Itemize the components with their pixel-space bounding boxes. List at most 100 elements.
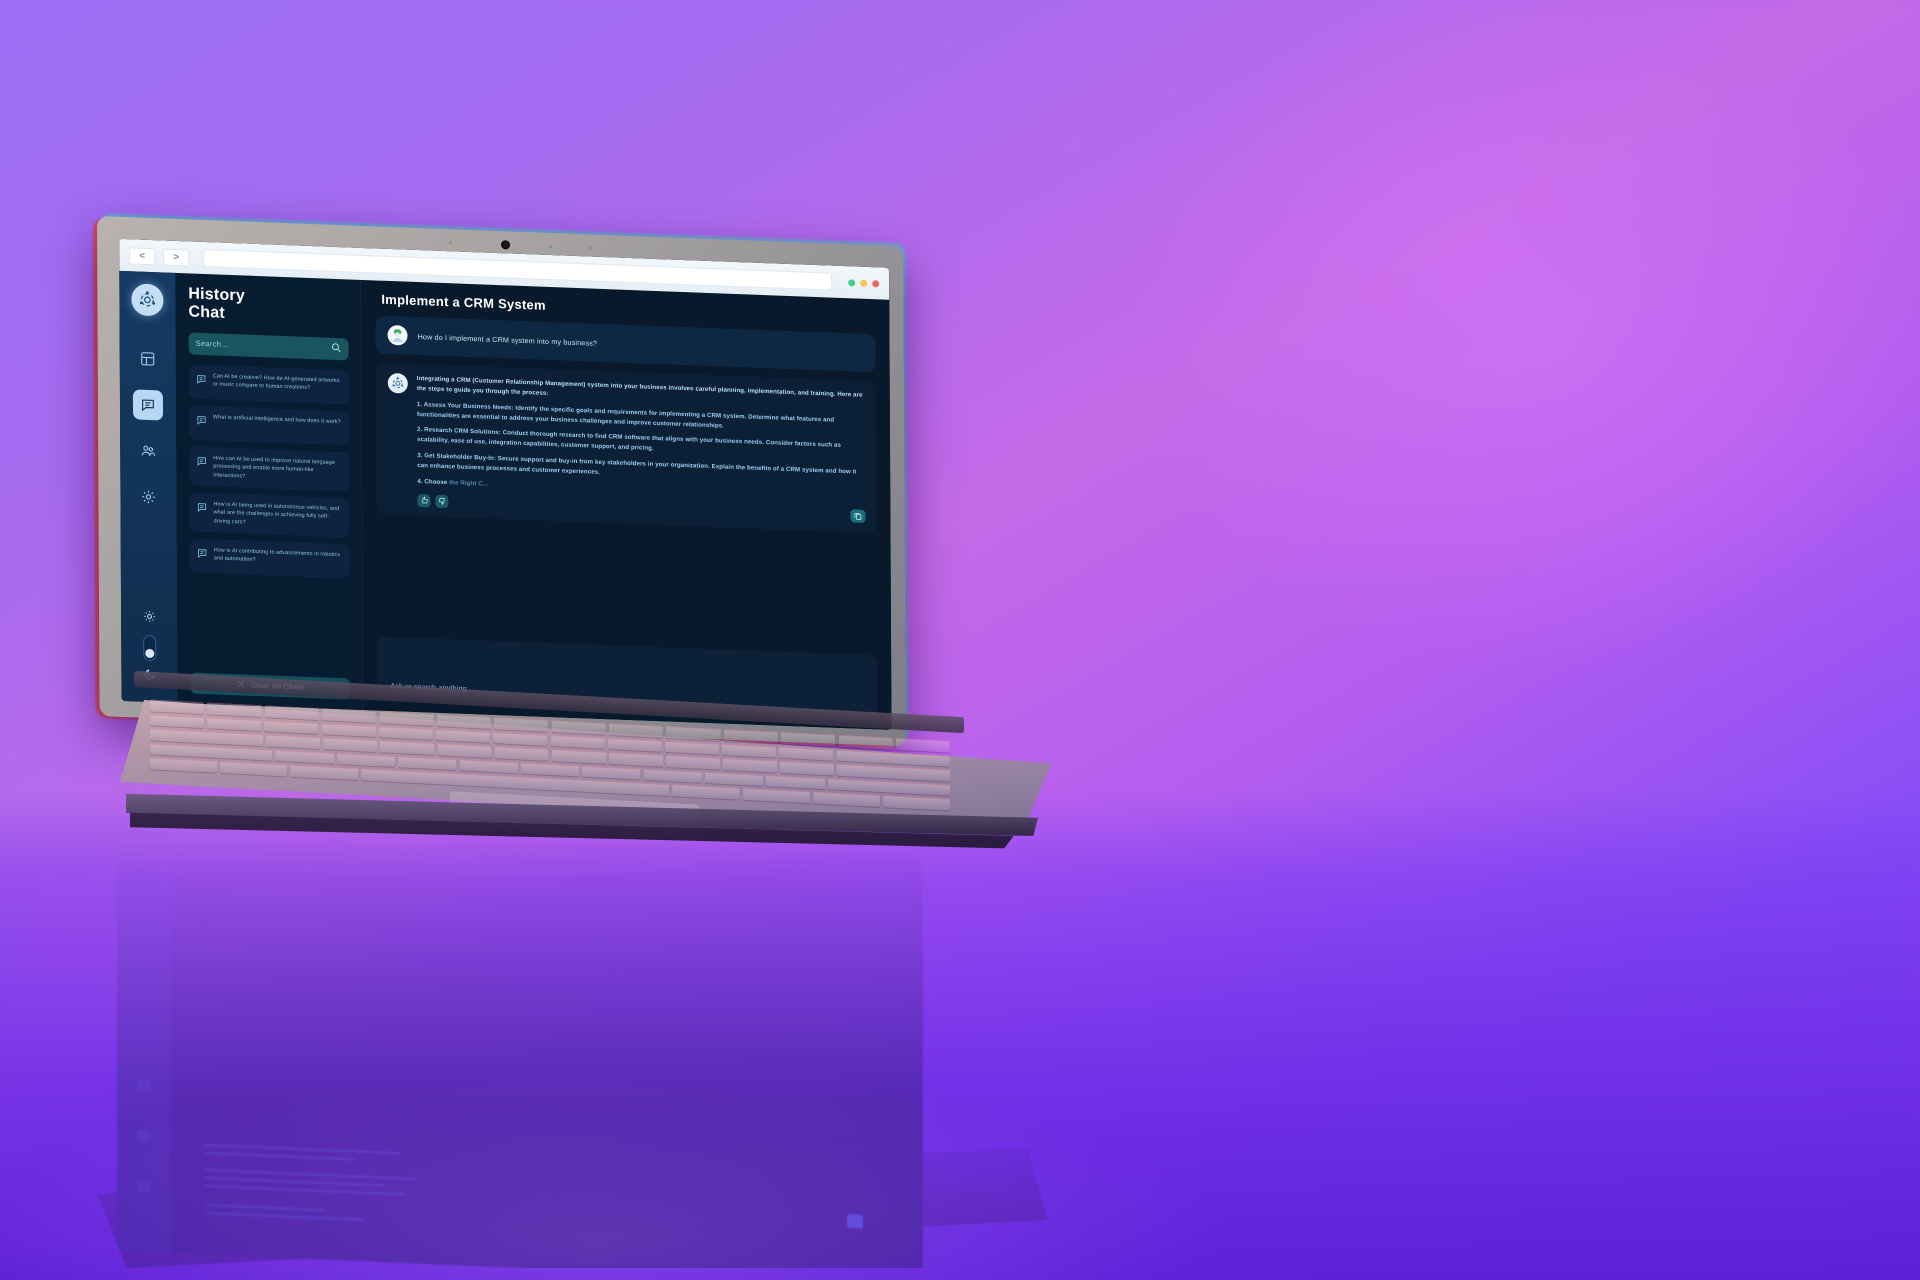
key[interactable] xyxy=(264,719,319,735)
sidebar-item-chat[interactable] xyxy=(132,389,164,421)
key[interactable] xyxy=(323,737,378,752)
key[interactable] xyxy=(722,743,777,758)
history-panel: History Chat Search... Can AI be creativ… xyxy=(175,272,364,711)
sidebar-item-community[interactable] xyxy=(133,435,163,466)
key[interactable] xyxy=(665,755,720,770)
reflection-line xyxy=(205,1143,400,1155)
chat-main: Implement a CRM System How do I implemen… xyxy=(361,279,892,730)
list-item[interactable]: Can AI be creative? How do AI-generated … xyxy=(188,364,349,405)
key[interactable] xyxy=(379,711,434,726)
chat-bubble-icon xyxy=(196,500,207,518)
key[interactable] xyxy=(550,734,605,749)
laptop: < > History Chat Search... Can AI be cre… xyxy=(0,0,1920,1280)
key[interactable] xyxy=(705,771,764,787)
key[interactable] xyxy=(643,768,702,784)
chat-bubble-icon xyxy=(196,413,207,431)
chat-bubble-icon xyxy=(196,454,207,472)
key[interactable] xyxy=(398,755,457,771)
key[interactable] xyxy=(722,758,777,773)
key[interactable] xyxy=(207,702,262,717)
ai-step-4-label: 4. Choose xyxy=(417,477,448,487)
key[interactable] xyxy=(378,725,433,741)
key[interactable] xyxy=(264,705,319,720)
theme-toggle-switch[interactable] xyxy=(142,634,156,662)
key[interactable] xyxy=(149,713,205,729)
key[interactable] xyxy=(779,761,834,776)
key[interactable] xyxy=(582,765,641,781)
key[interactable] xyxy=(895,737,950,753)
key[interactable] xyxy=(149,699,205,714)
window-maximize-dot[interactable] xyxy=(860,279,868,287)
key[interactable] xyxy=(608,752,663,767)
sidebar-item-dashboard[interactable] xyxy=(133,343,163,374)
reflection-line xyxy=(205,1151,355,1161)
list-item[interactable]: How is AI being used in autonomous vehic… xyxy=(189,492,350,538)
sidebar-item-settings[interactable] xyxy=(133,481,163,512)
chat-bubble-icon xyxy=(196,372,207,390)
browser-forward-button[interactable]: > xyxy=(163,247,190,266)
reflection-screen xyxy=(117,820,923,1280)
key[interactable] xyxy=(838,734,893,750)
key[interactable] xyxy=(336,752,396,768)
search-icon[interactable] xyxy=(331,340,342,358)
key[interactable] xyxy=(608,723,664,738)
history-title: History Chat xyxy=(188,285,245,322)
list-item[interactable]: How is AI contributing to advancements i… xyxy=(189,538,350,579)
sensor-dot xyxy=(549,244,553,249)
list-item[interactable]: How can AI be used to improve natural la… xyxy=(189,446,350,492)
dislike-button[interactable] xyxy=(435,494,449,508)
key[interactable] xyxy=(666,725,721,741)
sun-icon[interactable] xyxy=(143,610,156,628)
key[interactable] xyxy=(494,717,549,732)
list-item-label: Can AI be creative? How do AI-generated … xyxy=(212,373,340,392)
window-close-dot[interactable] xyxy=(872,279,880,287)
reflection-line xyxy=(205,1168,415,1181)
reflection-line xyxy=(205,1203,325,1212)
key[interactable] xyxy=(781,731,836,747)
key[interactable] xyxy=(459,759,518,774)
key[interactable] xyxy=(493,731,548,747)
reflection-line xyxy=(205,1184,405,1197)
key[interactable] xyxy=(266,734,321,749)
window-controls xyxy=(848,278,880,287)
like-button[interactable] xyxy=(417,493,431,508)
laptop-reflection xyxy=(97,820,1077,1280)
key[interactable] xyxy=(664,740,719,755)
key[interactable] xyxy=(207,716,262,732)
chat-history-list: Can AI be creative? How do AI-generated … xyxy=(188,364,351,670)
list-item-label: How is AI contributing to advancements i… xyxy=(213,547,341,564)
key[interactable] xyxy=(275,749,334,765)
laptop-base xyxy=(120,670,1080,850)
app-root: History Chat Search... Can AI be creativ… xyxy=(119,270,892,730)
key[interactable] xyxy=(766,774,825,790)
key[interactable] xyxy=(494,746,549,761)
ai-message-body: Integrating a CRM (Customer Relationship… xyxy=(417,374,865,524)
icon-rail xyxy=(119,270,178,704)
list-item-label: What is artificial intelligence and how … xyxy=(213,414,341,425)
key[interactable] xyxy=(520,762,580,777)
key[interactable] xyxy=(779,746,834,761)
key[interactable] xyxy=(322,708,377,723)
copy-icon[interactable] xyxy=(850,509,866,523)
key[interactable] xyxy=(723,728,778,744)
user-avatar xyxy=(387,324,408,346)
search-input[interactable]: Search... xyxy=(188,332,349,361)
key[interactable] xyxy=(380,740,435,755)
user-message: How do I implement a CRM system into my … xyxy=(375,315,876,373)
key[interactable] xyxy=(436,728,491,744)
ai-logo-icon xyxy=(131,283,164,317)
key[interactable] xyxy=(607,737,662,752)
key[interactable] xyxy=(321,722,376,738)
laptop-screen-assembly: < > History Chat Search... Can AI be cre… xyxy=(93,213,909,749)
key[interactable] xyxy=(551,720,606,735)
browser-back-button[interactable]: < xyxy=(129,246,156,265)
key[interactable] xyxy=(437,743,492,758)
reflection-line xyxy=(205,1211,365,1222)
key[interactable] xyxy=(551,749,606,764)
list-item[interactable]: What is artificial intelligence and how … xyxy=(188,405,350,446)
window-minimize-dot[interactable] xyxy=(848,278,856,286)
key[interactable] xyxy=(436,714,491,729)
ai-step-4-faded: the Right C... xyxy=(447,479,489,488)
search-placeholder: Search... xyxy=(195,339,229,350)
ai-avatar xyxy=(387,372,408,394)
